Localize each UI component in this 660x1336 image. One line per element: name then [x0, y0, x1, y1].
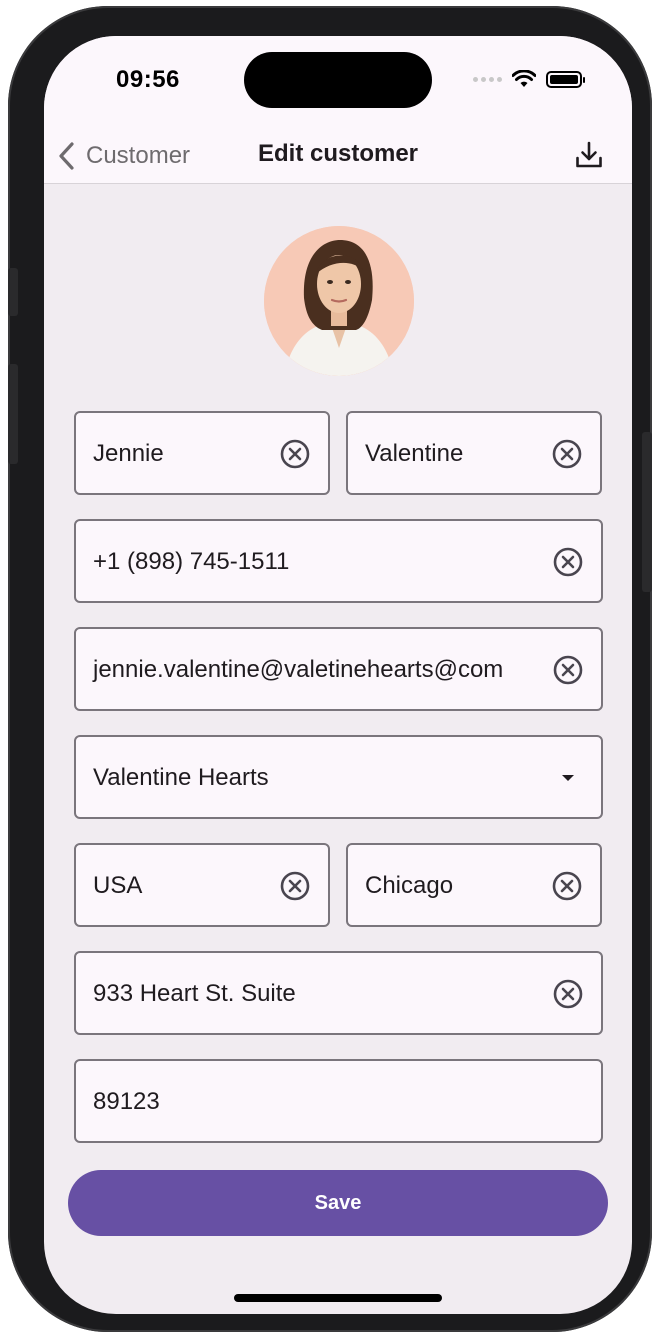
navigation-bar: Customer Edit customer: [44, 128, 632, 184]
signal-icon: [473, 76, 502, 82]
mute-switch: [8, 268, 18, 316]
wifi-icon: [512, 70, 536, 87]
clear-icon[interactable]: [552, 871, 582, 901]
city-value: Chicago: [365, 872, 454, 899]
address-value: 933 Heart St. Suite: [93, 980, 296, 1007]
save-button[interactable]: Save: [68, 1170, 608, 1236]
power-button: [642, 432, 652, 592]
clear-icon[interactable]: [553, 655, 583, 685]
email-value: jennie.valentine@valetinehearts@com: [93, 656, 504, 683]
email-field[interactable]: jennie.valentine@valetinehearts@com: [74, 627, 603, 711]
clear-icon[interactable]: [552, 439, 582, 469]
first-name-value: Jennie: [93, 440, 164, 467]
status-bar: 09:56: [44, 36, 632, 128]
company-dropdown[interactable]: Valentine Hearts: [74, 735, 603, 819]
country-value: USA: [93, 872, 143, 899]
company-value: Valentine Hearts: [93, 764, 269, 791]
last-name-value: Valentine: [365, 440, 464, 467]
app-screen: 09:56 Customer Edit customer Jennie Vale…: [44, 36, 632, 1314]
avatar[interactable]: [264, 226, 414, 376]
status-time: 09:56: [116, 66, 180, 93]
clear-icon[interactable]: [280, 871, 310, 901]
page-title: Edit customer: [257, 140, 419, 167]
clear-icon[interactable]: [553, 979, 583, 1009]
clear-icon[interactable]: [553, 547, 583, 577]
last-name-field[interactable]: Valentine: [346, 411, 602, 495]
clear-icon[interactable]: [280, 439, 310, 469]
first-name-field[interactable]: Jennie: [74, 411, 330, 495]
address-field[interactable]: 933 Heart St. Suite: [74, 951, 603, 1035]
customer-photo: [264, 226, 414, 376]
dropdown-caret-icon: [562, 775, 574, 781]
status-icons: [473, 70, 585, 88]
phone-value: +1 (898) 745-1511: [93, 548, 290, 575]
volume-button: [8, 364, 18, 464]
download-icon[interactable]: [574, 140, 604, 170]
device-frame: 09:56 Customer Edit customer Jennie Vale…: [8, 6, 652, 1332]
battery-icon: [546, 70, 585, 88]
city-field[interactable]: Chicago: [346, 843, 602, 927]
zip-field[interactable]: 89123: [74, 1059, 603, 1143]
home-indicator[interactable]: [234, 1294, 442, 1302]
dynamic-island: [244, 52, 432, 108]
phone-field[interactable]: +1 (898) 745-1511: [74, 519, 603, 603]
country-field[interactable]: USA: [74, 843, 330, 927]
zip-value: 89123: [93, 1088, 160, 1115]
